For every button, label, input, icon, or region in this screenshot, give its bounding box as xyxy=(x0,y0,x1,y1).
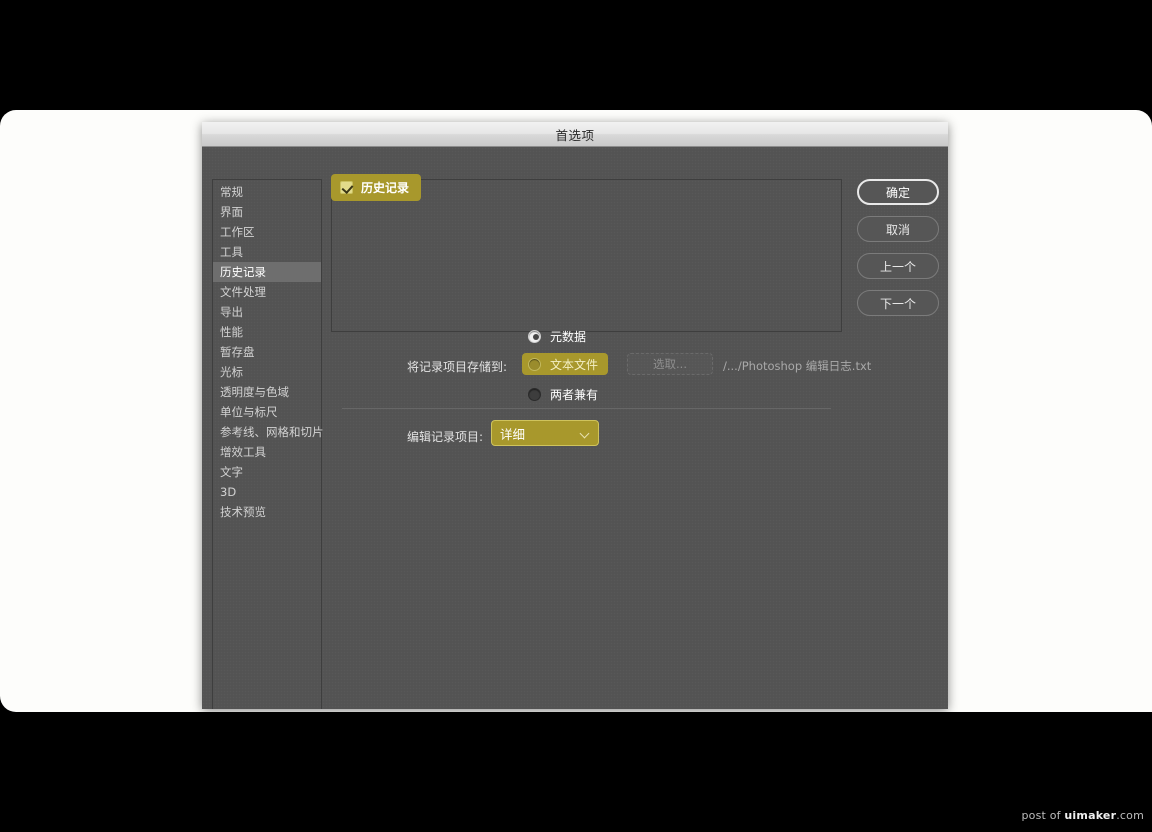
chevron-down-icon xyxy=(581,429,590,438)
sidebar-item-0[interactable]: 常规 xyxy=(213,182,321,202)
sidebar-item-15[interactable]: 3D xyxy=(213,482,321,502)
screen-root: 首选项 常规 界面 工作区 工具 历史记录 文件处理 导出 性能 暂存盘 光标 透明度与色域 单位与标… xyxy=(0,0,1152,832)
sidebar-item-1[interactable]: 界面 xyxy=(213,202,321,222)
history-log-panel xyxy=(331,179,842,332)
history-log-group-header[interactable]: 历史记录 xyxy=(331,174,422,201)
watermark-brand: uimaker xyxy=(1064,809,1117,822)
sidebar-item-13[interactable]: 增效工具 xyxy=(213,442,321,462)
panel-separator xyxy=(342,408,831,409)
dialog-titlebar: 首选项 xyxy=(202,122,948,147)
history-log-checkbox[interactable] xyxy=(340,181,353,194)
sidebar-item-6[interactable]: 导出 xyxy=(213,302,321,322)
save-log-items-to-label: 将记录项目存储到: xyxy=(407,360,508,374)
sidebar-item-14[interactable]: 文字 xyxy=(213,462,321,482)
radio-both-label: 两者兼有 xyxy=(550,387,599,402)
radio-option-both[interactable]: 两者兼有 xyxy=(522,383,608,405)
choose-file-button[interactable]: 选取... xyxy=(627,353,713,375)
sidebar-item-5[interactable]: 文件处理 xyxy=(213,282,321,302)
sidebar-item-4[interactable]: 历史记录 xyxy=(213,262,321,282)
sidebar-item-11[interactable]: 单位与标尺 xyxy=(213,402,321,422)
dialog-button-1[interactable]: 取消 xyxy=(857,216,939,242)
sidebar-item-12[interactable]: 参考线、网格和切片 xyxy=(213,422,324,442)
dialog-button-column: 确定取消上一个下一个 xyxy=(857,179,939,327)
sidebar-item-3[interactable]: 工具 xyxy=(213,242,321,262)
sidebar-item-2[interactable]: 工作区 xyxy=(213,222,321,242)
watermark-suffix: .com xyxy=(1116,809,1144,822)
dialog-button-2[interactable]: 上一个 xyxy=(857,253,939,279)
edit-log-items-select[interactable]: 详细 xyxy=(491,420,599,446)
log-file-path: /.../Photoshop 编辑日志.txt xyxy=(723,359,872,373)
radio-metadata-label: 元数据 xyxy=(550,329,587,344)
dialog-button-0[interactable]: 确定 xyxy=(857,179,939,205)
radio-text-file-label: 文本文件 xyxy=(550,357,599,372)
category-sidebar[interactable]: 常规 界面 工作区 工具 历史记录 文件处理 导出 性能 暂存盘 光标 透明度与色域 单位与标尺 参考线… xyxy=(212,179,324,709)
sidebar-item-7[interactable]: 性能 xyxy=(213,322,321,342)
preferences-dialog: 首选项 常规 界面 工作区 工具 历史记录 文件处理 导出 性能 暂存盘 光标 透明度与色域 单位与标… xyxy=(202,122,948,709)
dialog-button-3[interactable]: 下一个 xyxy=(857,290,939,316)
sidebar-item-8[interactable]: 暂存盘 xyxy=(213,342,321,362)
history-log-group-label: 历史记录 xyxy=(361,181,410,195)
sidebar-item-16[interactable]: 技术预览 xyxy=(213,502,321,522)
watermark: post of uimaker.com xyxy=(1021,809,1144,822)
dialog-body: 常规 界面 工作区 工具 历史记录 文件处理 导出 性能 暂存盘 光标 透明度与色域 单位与标尺 参考线… xyxy=(202,147,948,709)
radio-both-icon xyxy=(528,387,541,401)
sidebar-item-9[interactable]: 光标 xyxy=(213,362,321,382)
radio-metadata-icon xyxy=(528,329,541,343)
watermark-prefix: post of xyxy=(1021,809,1065,822)
radio-option-metadata[interactable]: 元数据 xyxy=(522,325,596,347)
dialog-title: 首选项 xyxy=(555,127,595,143)
radio-text-file-icon xyxy=(528,357,541,371)
sidebar-item-10[interactable]: 透明度与色域 xyxy=(213,382,321,402)
radio-option-text-file[interactable]: 文本文件 xyxy=(522,353,609,375)
edit-log-items-value: 详细 xyxy=(500,426,526,442)
edit-log-items-label: 编辑记录项目: xyxy=(407,430,484,444)
